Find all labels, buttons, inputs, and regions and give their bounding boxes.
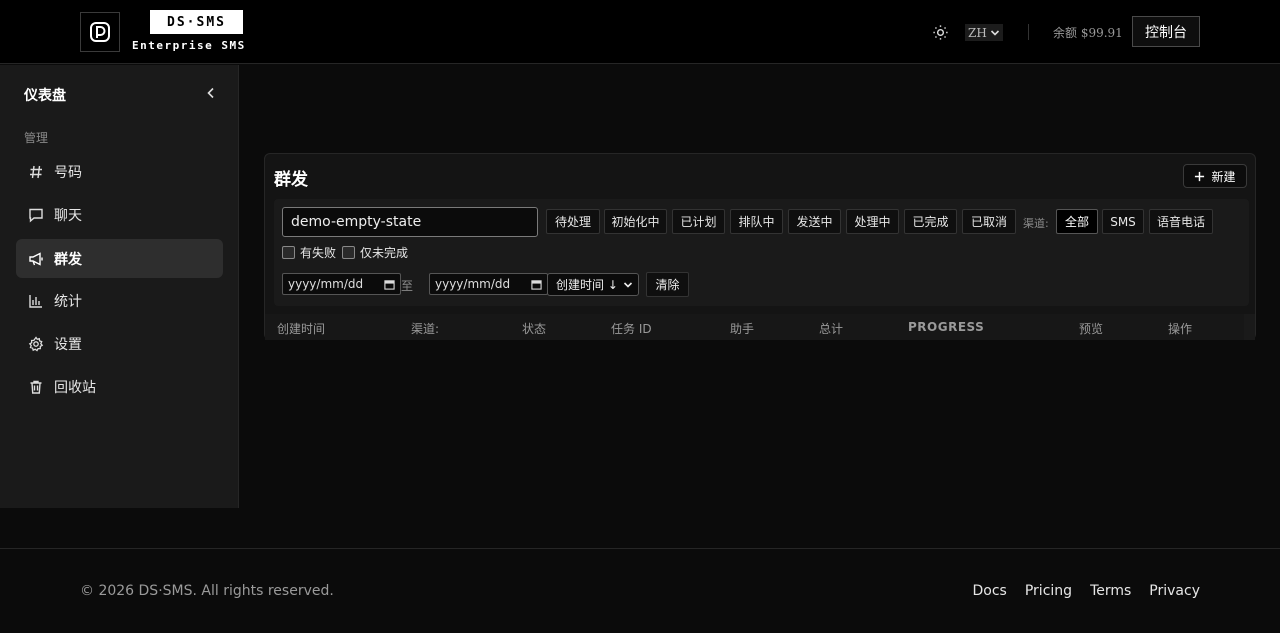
channel-label: 渠道: xyxy=(1023,217,1049,230)
column-header-actions[interactable]: 操作 xyxy=(1168,320,1192,337)
column-header-created[interactable]: 创建时间 xyxy=(277,320,325,337)
plus-icon xyxy=(1195,171,1205,181)
status-filter-processing[interactable]: 处理中 xyxy=(846,209,899,234)
sidebar-item-label: 设置 xyxy=(54,336,82,353)
chevron-down-icon xyxy=(990,29,999,36)
clear-filters-button[interactable]: 清除 xyxy=(646,272,689,297)
end-date-input[interactable]: yyyy/mm/dd xyxy=(429,273,548,295)
sidebar-item-settings[interactable]: 设置 xyxy=(16,324,223,363)
table-scrollbar[interactable] xyxy=(1244,314,1255,340)
status-filter-scheduled[interactable]: 已计划 xyxy=(672,209,725,234)
console-button[interactable]: 控制台 xyxy=(1132,16,1200,47)
column-header-preview[interactable]: 预览 xyxy=(1079,320,1103,337)
brand-tagline: Enterprise SMS xyxy=(132,39,246,52)
language-value: ZH xyxy=(968,25,987,40)
checkbox-label: 仅未完成 xyxy=(360,246,409,260)
channel-filter-all[interactable]: 全部 xyxy=(1056,209,1098,234)
incomplete-only-checkbox[interactable]: 仅未完成 xyxy=(342,244,408,261)
brand-name: DS·SMS xyxy=(150,10,243,34)
sidebar-item-chat[interactable]: 聊天 xyxy=(16,195,223,234)
gear-icon xyxy=(28,335,44,351)
sidebar-item-label: 回收站 xyxy=(54,379,96,396)
copyright-text: © 2026 DS·SMS. All rights reserved. xyxy=(80,583,334,599)
sidebar-item-label: 群发 xyxy=(54,251,82,268)
megaphone-icon xyxy=(29,251,43,266)
column-header-assistant[interactable]: 助手 xyxy=(730,320,754,337)
footer-link-privacy[interactable]: Privacy xyxy=(1149,583,1200,599)
sort-select[interactable]: 创建时间 ↓ xyxy=(547,273,639,296)
column-header-channel[interactable]: 渠道: xyxy=(411,320,439,337)
status-filter-cancelled[interactable]: 已取消 xyxy=(962,209,1016,234)
column-header-task-id[interactable]: 任务 ID xyxy=(611,320,652,337)
sidebar-item-trash[interactable]: 回收站 xyxy=(16,367,223,406)
status-filter-initializing[interactable]: 初始化中 xyxy=(604,209,667,234)
logo-icon xyxy=(90,22,110,42)
logo[interactable] xyxy=(80,12,120,52)
channel-filter-sms[interactable]: SMS xyxy=(1102,209,1144,234)
broadcast-card: 群发 新建 待处理 初始化中 已计划 排队中 发送中 处理中 已完成 已取消 渠… xyxy=(264,153,1256,340)
filter-panel: 待处理 初始化中 已计划 排队中 发送中 处理中 已完成 已取消 渠道: 全部 … xyxy=(274,199,1249,306)
chevron-down-icon xyxy=(623,281,633,288)
sidebar-item-label: 聊天 xyxy=(54,207,82,224)
sidebar-group-label: 管理 xyxy=(24,131,49,145)
page-title: 群发 xyxy=(274,170,308,190)
search-input[interactable] xyxy=(282,207,538,237)
column-header-progress[interactable]: PROGRESS xyxy=(908,320,984,334)
sidebar: 仪表盘 管理 号码 聊天 群发 统计 设置 回收站 xyxy=(0,65,239,508)
sidebar-item-label: 号码 xyxy=(54,164,82,181)
sidebar-title[interactable]: 仪表盘 xyxy=(24,85,66,105)
date-placeholder: yyyy/mm/dd xyxy=(435,277,511,291)
status-filter-queued[interactable]: 排队中 xyxy=(730,209,783,234)
date-range-separator: 至 xyxy=(401,279,414,293)
column-header-total[interactable]: 总计 xyxy=(819,320,843,337)
checkbox-box[interactable] xyxy=(282,246,295,259)
new-broadcast-button[interactable]: 新建 xyxy=(1183,164,1247,188)
column-header-status[interactable]: 状态 xyxy=(522,320,546,337)
footer-link-pricing[interactable]: Pricing xyxy=(1025,583,1072,599)
sidebar-item-label: 统计 xyxy=(54,293,82,310)
sort-value: 创建时间 ↓ xyxy=(556,278,618,292)
table-header: 创建时间 渠道: 状态 任务 ID 助手 总计 PROGRESS 预览 操作 xyxy=(265,314,1245,340)
checkbox-box[interactable] xyxy=(342,246,355,259)
trash-icon xyxy=(30,380,42,394)
footer: © 2026 DS·SMS. All rights reserved. Docs… xyxy=(0,548,1280,633)
header-divider xyxy=(1028,24,1029,40)
date-placeholder: yyyy/mm/dd xyxy=(288,277,364,291)
top-header: DS·SMS Enterprise SMS ZH 余额 $99.91 控制台 xyxy=(0,0,1280,64)
calendar-icon xyxy=(384,279,395,290)
chat-icon xyxy=(29,208,43,223)
sidebar-item-broadcast[interactable]: 群发 xyxy=(16,239,223,278)
footer-link-terms[interactable]: Terms xyxy=(1090,583,1131,599)
channel-filter-voice[interactable]: 语音电话 xyxy=(1149,209,1213,234)
has-failures-checkbox[interactable]: 有失败 xyxy=(282,244,336,261)
checkbox-label: 有失败 xyxy=(300,246,337,260)
status-filter-completed[interactable]: 已完成 xyxy=(904,209,957,234)
calendar-icon xyxy=(531,279,542,290)
new-button-label: 新建 xyxy=(1211,169,1236,184)
balance-text: 余额 $99.91 xyxy=(1053,26,1123,40)
bar-chart-icon xyxy=(29,294,42,308)
language-select[interactable]: ZH xyxy=(965,24,1003,41)
sidebar-item-stats[interactable]: 统计 xyxy=(16,281,223,320)
theme-toggle-sun-icon[interactable] xyxy=(932,24,949,41)
status-filter-pending[interactable]: 待处理 xyxy=(546,209,600,234)
footer-links: Docs Pricing Terms Privacy xyxy=(973,583,1200,599)
start-date-input[interactable]: yyyy/mm/dd xyxy=(282,273,401,295)
hash-icon xyxy=(30,165,42,178)
footer-link-docs[interactable]: Docs xyxy=(973,583,1007,599)
status-filter-sending[interactable]: 发送中 xyxy=(788,209,841,234)
sidebar-item-numbers[interactable]: 号码 xyxy=(16,152,223,191)
collapse-chevron-left-icon[interactable] xyxy=(203,85,219,101)
